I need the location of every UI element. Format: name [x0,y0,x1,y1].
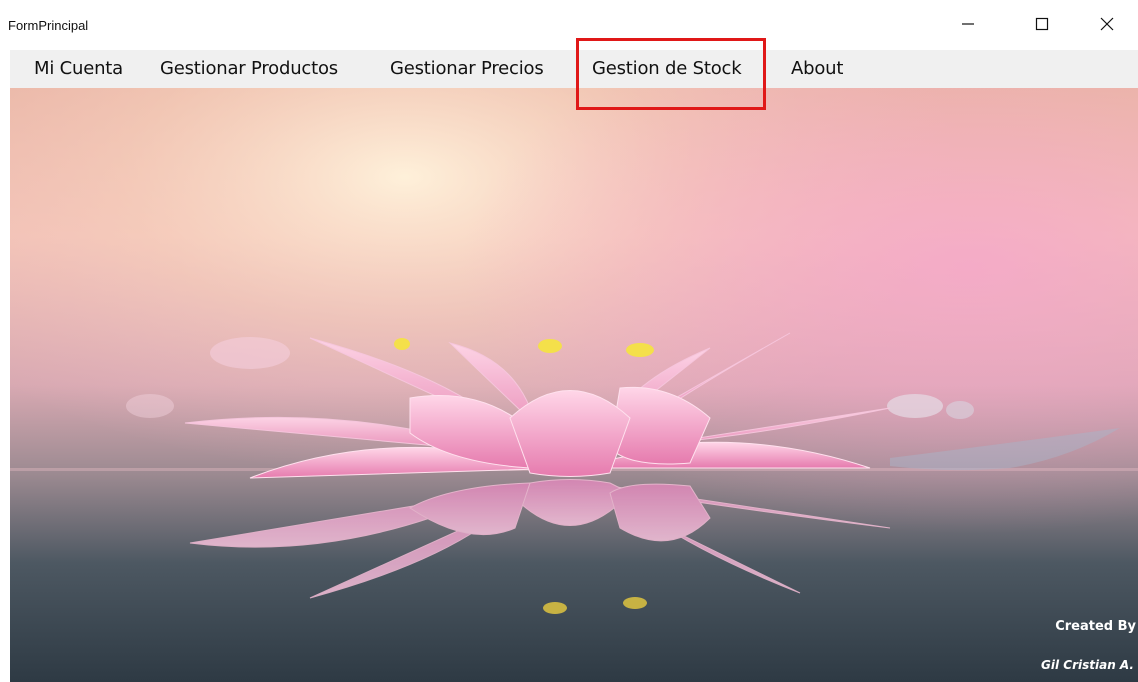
window-title: FormPrincipal [8,18,89,33]
author-name: Gil Cristian A. [1041,658,1134,672]
maximize-button[interactable] [1019,4,1065,44]
close-button[interactable] [1084,4,1130,44]
menu-item-gestion-de-stock[interactable]: Gestion de Stock [590,50,743,88]
lotus-flower-image [10,88,1138,682]
menu-strip: Mi Cuenta Gestionar Productos Gestionar … [10,50,1138,88]
menu-item-about[interactable]: About [789,50,845,88]
menu-item-gestionar-precios[interactable]: Gestionar Precios [388,50,546,88]
close-icon [1100,17,1114,31]
created-by-label: Created By [1055,619,1136,634]
menu-item-mi-cuenta[interactable]: Mi Cuenta [32,50,125,88]
background-image: Created By Gil Cristian A. [10,88,1138,682]
minimize-button[interactable] [945,4,991,44]
menu-item-gestionar-productos[interactable]: Gestionar Productos [158,50,340,88]
main-window: FormPrincipal Mi Cuenta Gestionar Produc… [0,0,1138,682]
title-bar[interactable]: FormPrincipal [0,0,1138,52]
minimize-icon [962,23,974,25]
maximize-icon [1035,17,1049,31]
